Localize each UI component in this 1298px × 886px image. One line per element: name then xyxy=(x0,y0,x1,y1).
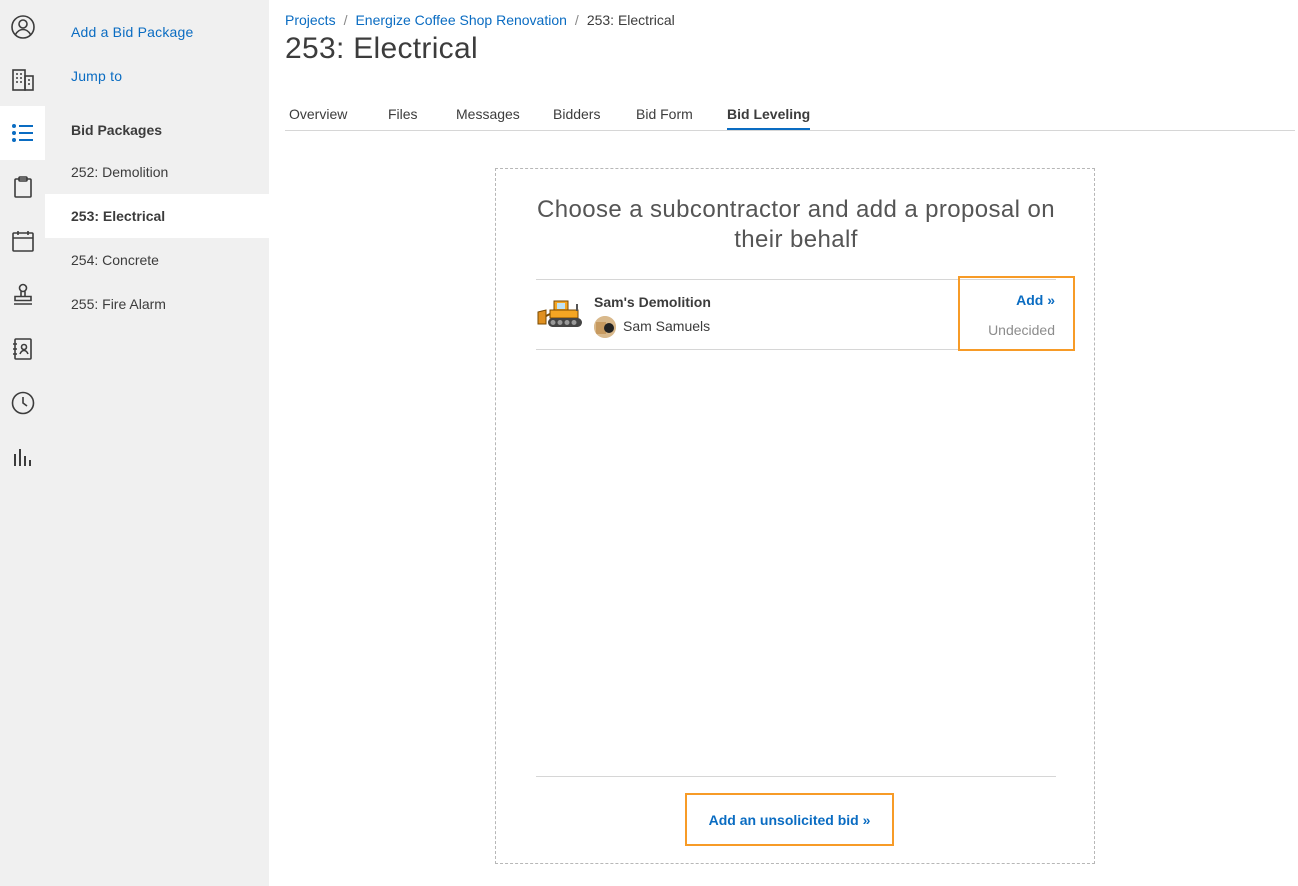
breadcrumb-current: 253: Electrical xyxy=(586,12,675,28)
bar-chart-icon[interactable] xyxy=(0,430,45,484)
sidebar-item-label: 255: Fire Alarm xyxy=(71,296,166,312)
sidebar-item-label: 253: Electrical xyxy=(71,208,166,224)
tab-bidders[interactable]: Bidders xyxy=(553,106,600,128)
add-proposal-link[interactable]: Add » xyxy=(1016,292,1055,308)
calendar-icon[interactable] xyxy=(0,214,45,268)
breadcrumb-separator: / xyxy=(574,12,579,28)
tab-bar: Overview Files Messages Bidders Bid Form… xyxy=(285,100,1295,131)
sidebar-item-electrical[interactable]: 253: Electrical xyxy=(45,194,269,238)
list-icon[interactable] xyxy=(0,106,45,160)
jump-to-link[interactable]: Jump to xyxy=(71,68,122,84)
panel-heading: Choose a subcontractor and add a proposa… xyxy=(537,196,1055,253)
sidebar-item-fire-alarm[interactable]: 255: Fire Alarm xyxy=(45,282,269,326)
subcontractor-name: Sam's Demolition xyxy=(594,294,711,310)
bulldozer-icon xyxy=(537,300,582,327)
bid-packages-heading: Bid Packages xyxy=(71,122,163,138)
breadcrumb: Projects / Energize Coffee Shop Renovation… xyxy=(285,12,675,28)
bid-packages-sidenav: Add a Bid Package Jump to Bid Packages 2… xyxy=(45,0,269,886)
contact-name: Sam Samuels xyxy=(623,318,711,334)
icon-rail xyxy=(0,0,45,886)
unsolicited-bid-highlight: Add an unsolicited bid » xyxy=(685,793,894,846)
add-unsolicited-bid-link[interactable]: Add an unsolicited bid » xyxy=(709,812,871,828)
breadcrumb-projects-link[interactable]: Projects xyxy=(285,12,336,28)
sidebar-item-label: 252: Demolition xyxy=(71,164,169,180)
clipboard-icon[interactable] xyxy=(0,160,45,214)
tab-files[interactable]: Files xyxy=(388,106,418,128)
stamp-icon[interactable] xyxy=(0,268,45,322)
status-badge: Undecided xyxy=(988,322,1055,338)
breadcrumb-project-link[interactable]: Energize Coffee Shop Renovation xyxy=(355,12,566,28)
add-bid-package-link[interactable]: Add a Bid Package xyxy=(71,24,193,40)
contacts-book-icon[interactable] xyxy=(0,322,45,376)
tab-messages[interactable]: Messages xyxy=(456,106,520,128)
tab-bid-leveling[interactable]: Bid Leveling xyxy=(727,106,811,130)
sidebar-item-demolition[interactable]: 252: Demolition xyxy=(45,150,269,194)
clock-icon[interactable] xyxy=(0,376,45,430)
user-circle-icon[interactable] xyxy=(0,0,45,54)
divider xyxy=(536,776,1056,777)
avatar xyxy=(594,316,616,338)
tab-overview[interactable]: Overview xyxy=(289,106,347,128)
building-icon[interactable] xyxy=(0,53,45,107)
sidebar-item-label: 254: Concrete xyxy=(71,252,159,268)
breadcrumb-separator: / xyxy=(343,12,348,28)
bid-leveling-panel: Choose a subcontractor and add a proposa… xyxy=(495,168,1095,864)
sidebar-item-concrete[interactable]: 254: Concrete xyxy=(45,238,269,282)
add-proposal-highlight: Add » Undecided xyxy=(958,276,1075,351)
page-title: 253: Electrical xyxy=(285,32,478,65)
tab-bid-form[interactable]: Bid Form xyxy=(636,106,693,128)
